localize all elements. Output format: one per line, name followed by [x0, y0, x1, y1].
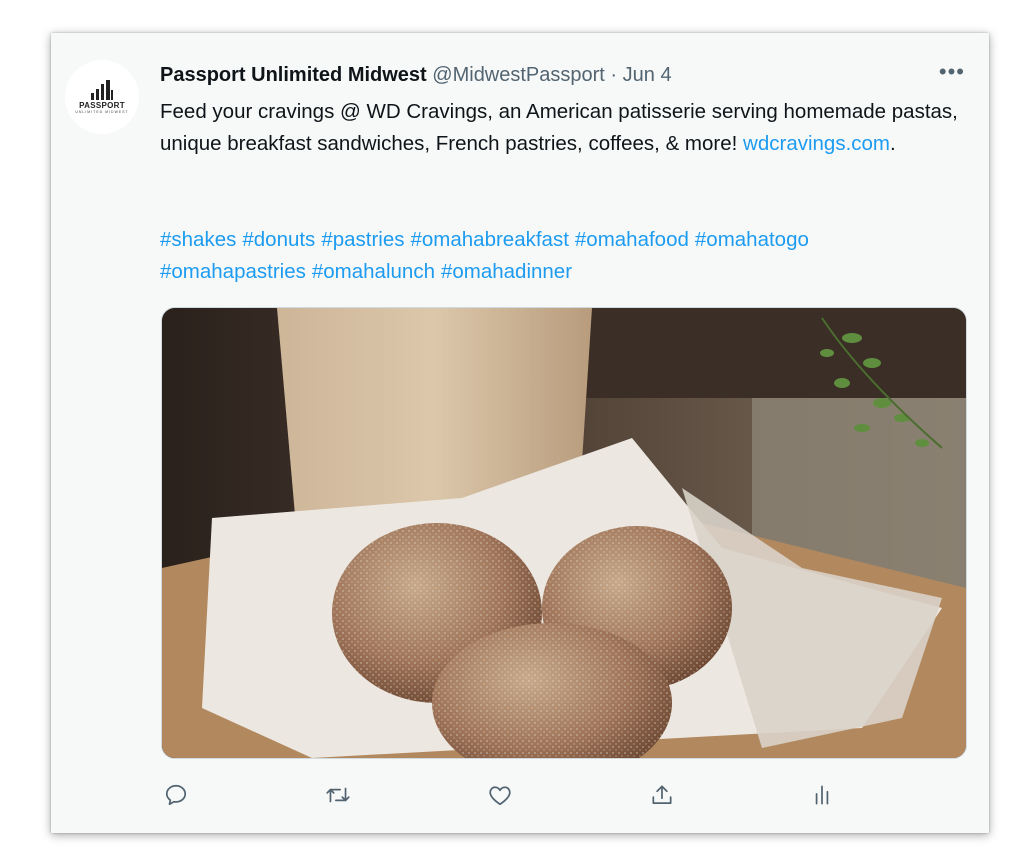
handle[interactable]: @MidwestPassport	[432, 64, 605, 86]
tweet-header: Passport Unlimited Midwest @MidwestPassp…	[160, 61, 969, 89]
website-link[interactable]: wdcravings.com	[743, 132, 890, 155]
skyline-logo-icon	[91, 79, 113, 100]
retweet-button[interactable]	[323, 780, 353, 810]
avatar-brand-sub: UNLIMITED MIDWEST	[75, 109, 129, 114]
like-button[interactable]	[485, 780, 515, 810]
separator: ·	[610, 64, 618, 86]
share-icon	[652, 785, 672, 804]
tweet-photo[interactable]	[161, 307, 967, 759]
display-name[interactable]: Passport Unlimited Midwest	[160, 64, 427, 86]
retweet-icon	[326, 787, 350, 803]
analytics-button[interactable]	[807, 780, 837, 810]
avatar-brand-word: PASSPORT	[79, 100, 125, 110]
hashtag-link[interactable]: #omahatogo	[695, 228, 809, 251]
tweet-actions	[161, 780, 861, 810]
hashtag-link[interactable]: #omahadinner	[441, 260, 572, 283]
analytics-icon	[815, 785, 829, 805]
more-options-icon[interactable]: •••	[939, 61, 965, 83]
tweet-text-end: .	[890, 132, 896, 155]
hashtag-link[interactable]: #omahabreakfast	[411, 228, 569, 251]
tweet-text: Feed your cravings @ WD Cravings, an Ame…	[160, 96, 970, 160]
hashtag-link[interactable]: #pastries	[321, 228, 404, 251]
reply-button[interactable]	[161, 780, 191, 810]
hashtag-link[interactable]: #omahapastries	[160, 260, 306, 283]
speech-bubble-icon	[165, 784, 187, 806]
tweet-card[interactable]: PASSPORT UNLIMITED MIDWEST Passport Unli…	[51, 33, 989, 833]
hashtag-link[interactable]: #donuts	[242, 228, 315, 251]
avatar[interactable]: PASSPORT UNLIMITED MIDWEST	[65, 60, 139, 134]
tweet-date[interactable]: Jun 4	[623, 64, 672, 86]
hashtag-link[interactable]: #omahafood	[575, 228, 689, 251]
heart-icon	[489, 786, 511, 806]
hashtag-link[interactable]: #omahalunch	[312, 260, 435, 283]
donuts-milkshake-photo	[162, 308, 966, 758]
share-button[interactable]	[647, 780, 677, 810]
hashtag-link[interactable]: #shakes	[160, 228, 236, 251]
hashtag-list: #shakes #donuts #pastries #omahabreakfast #o…	[160, 224, 970, 288]
